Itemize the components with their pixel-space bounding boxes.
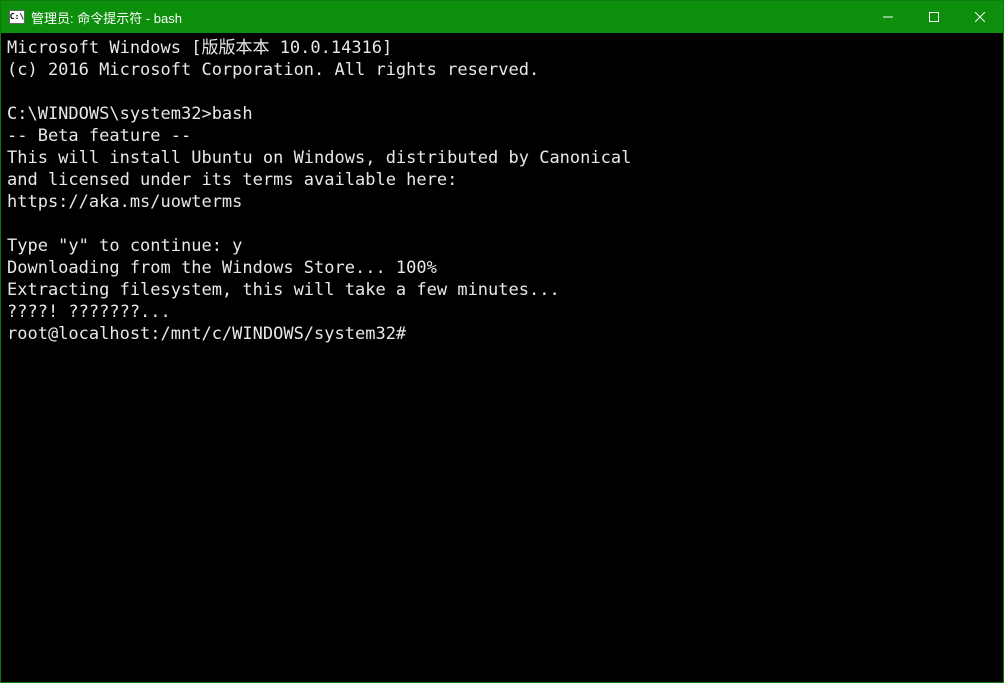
terminal-line: (c) 2016 Microsoft Corporation. All righ…: [7, 59, 997, 81]
window-controls: [865, 1, 1003, 33]
terminal-output[interactable]: Microsoft Windows [版版本本 10.0.14316] (c) …: [1, 33, 1003, 682]
terminal-line: C:\WINDOWS\system32>bash: [7, 103, 997, 125]
terminal-line: Downloading from the Windows Store... 10…: [7, 257, 997, 279]
maximize-icon: [929, 12, 939, 22]
terminal-line: [7, 81, 997, 103]
minimize-button[interactable]: [865, 1, 911, 33]
minimize-icon: [883, 12, 893, 22]
terminal-line: Type "y" to continue: y: [7, 235, 997, 257]
command-prompt-window: C:\ 管理员: 命令提示符 - bash Microsoft Windows …: [0, 0, 1004, 683]
titlebar[interactable]: C:\ 管理员: 命令提示符 - bash: [1, 1, 1003, 33]
terminal-line: -- Beta feature --: [7, 125, 997, 147]
maximize-button[interactable]: [911, 1, 957, 33]
close-button[interactable]: [957, 1, 1003, 33]
close-icon: [975, 12, 985, 22]
terminal-line: Microsoft Windows [版版本本 10.0.14316]: [7, 37, 997, 59]
terminal-line: Extracting filesystem, this will take a …: [7, 279, 997, 301]
terminal-line: and licensed under its terms available h…: [7, 169, 997, 191]
terminal-prompt-line: root@localhost:/mnt/c/WINDOWS/system32#: [7, 323, 997, 345]
terminal-line: This will install Ubuntu on Windows, dis…: [7, 147, 997, 169]
terminal-line: https://aka.ms/uowterms: [7, 191, 997, 213]
terminal-line: [7, 213, 997, 235]
window-title: 管理员: 命令提示符 - bash: [31, 8, 182, 27]
cmd-icon-text: C:\: [10, 13, 24, 21]
cmd-icon: C:\: [9, 10, 25, 24]
titlebar-left: C:\ 管理员: 命令提示符 - bash: [1, 8, 182, 27]
terminal-line: ????! ???????...: [7, 301, 997, 323]
